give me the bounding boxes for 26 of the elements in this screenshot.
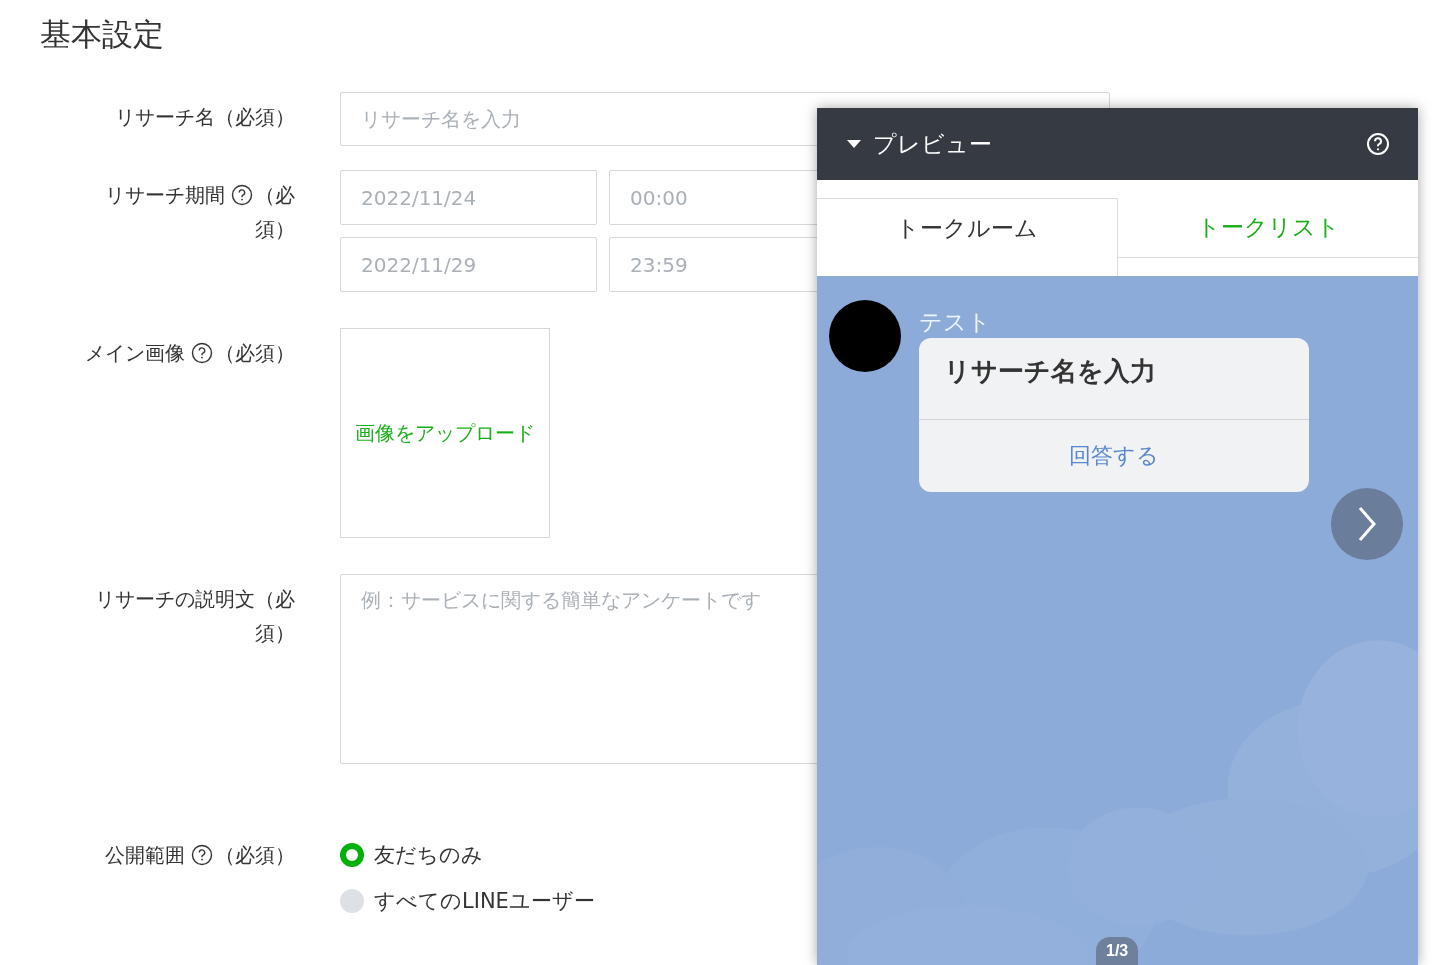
radio-label[interactable]: 友だちのみ [374, 838, 483, 872]
field-label: リサーチ名 [115, 105, 215, 129]
date-field[interactable]: 2022/11/24 [340, 170, 597, 225]
caret-icon[interactable] [847, 139, 861, 149]
page-indicator: 1/3 [1096, 937, 1139, 965]
field-label: リサーチの説明文 [95, 587, 255, 611]
radio-button[interactable] [340, 843, 364, 867]
sender-name: テスト [919, 308, 991, 336]
help-icon[interactable] [231, 184, 253, 206]
page-title: 基本設定 [39, 15, 165, 54]
date-field[interactable]: 2022/11/29 [340, 237, 597, 292]
field-label: リサーチ期間 [105, 183, 225, 207]
required-note: （必須） [215, 341, 295, 365]
chevron-right-icon [1357, 506, 1377, 542]
required-note: （必須） [255, 587, 295, 645]
card-title: リサーチ名を入力 [919, 338, 1309, 420]
field-label: メイン画像 [85, 341, 185, 365]
radio-label[interactable]: すべてのLINEユーザー [374, 884, 595, 918]
field-label: 公開範囲 [105, 843, 185, 867]
required-note: （必須） [215, 843, 295, 867]
required-note: （必須） [215, 105, 295, 129]
preview-tab[interactable]: トークルーム [817, 198, 1118, 276]
help-icon[interactable] [191, 342, 213, 364]
help-icon[interactable] [191, 844, 213, 866]
radio-button[interactable] [340, 889, 364, 913]
required-note: （必須） [255, 183, 295, 241]
